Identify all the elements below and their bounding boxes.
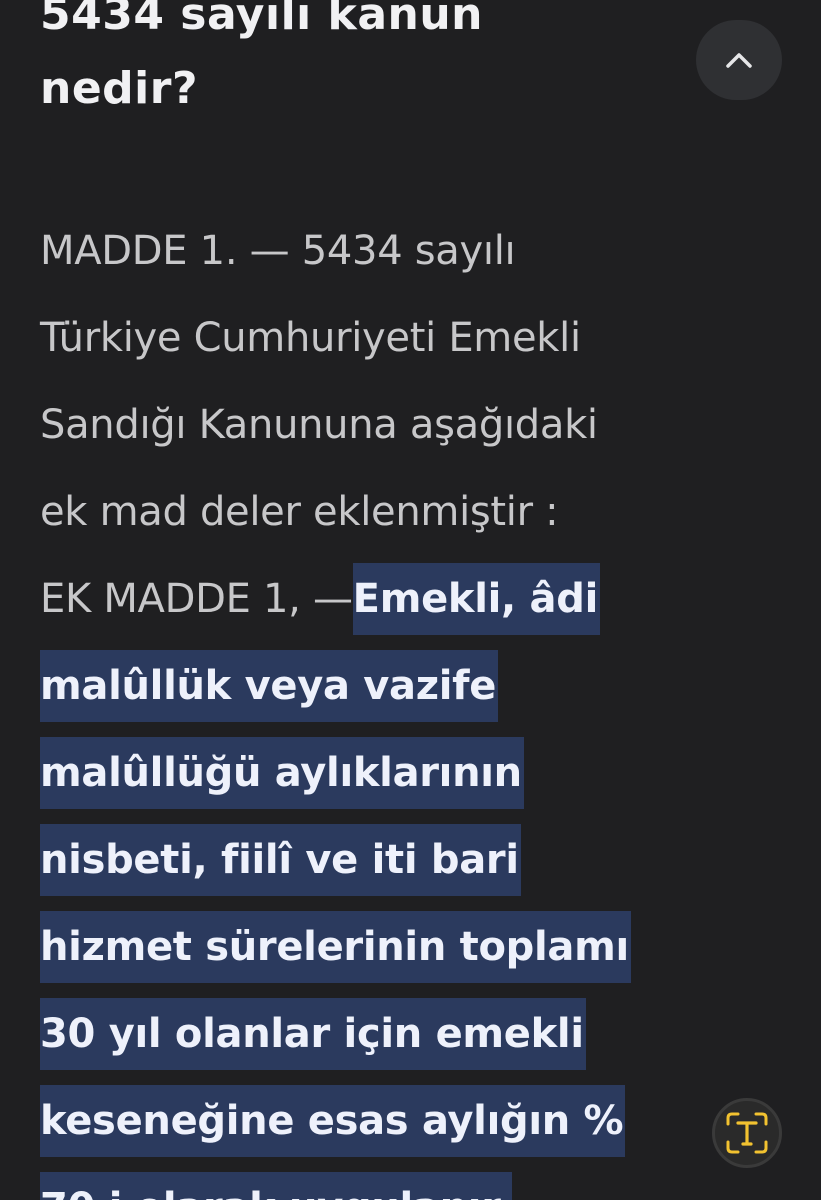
- answer-line: Türkiye Cumhuriyeti Emekli: [40, 315, 581, 361]
- question-heading: 5434 sayılı kanun nedir?: [40, 0, 680, 126]
- question-line-2: nedir?: [40, 63, 198, 114]
- text-lens-button[interactable]: [712, 1098, 782, 1168]
- text-lens-icon: [726, 1112, 768, 1154]
- highlighted-text[interactable]: hizmet sürelerinin toplamı: [40, 911, 631, 983]
- answer-highlight-line: 70 i olarak uygulanır.: [40, 1165, 800, 1200]
- collapse-button[interactable]: [696, 20, 782, 100]
- answer-highlight-line: 30 yıl olanlar için emekli: [40, 991, 800, 1078]
- answer-highlight-line: nisbeti, fiilî ve iti bari: [40, 817, 800, 904]
- answer-plain-fragment: EK MADDE 1, —: [40, 576, 353, 622]
- answer-mixed-line: EK MADDE 1, — Emekli, âdi: [40, 556, 800, 643]
- highlighted-text[interactable]: nisbeti, fiilî ve iti bari: [40, 824, 521, 896]
- chevron-up-icon: [726, 53, 752, 68]
- highlighted-text[interactable]: keseneğine esas aylığın %: [40, 1085, 626, 1157]
- highlighted-text[interactable]: Emekli, âdi: [352, 563, 600, 635]
- highlighted-text[interactable]: 70 i olarak uygulanır.: [40, 1172, 512, 1200]
- highlighted-text[interactable]: malûllük veya vazife: [40, 650, 499, 722]
- answer-highlight-line: hizmet sürelerinin toplamı: [40, 904, 800, 991]
- search-answer-page: 5434 sayılı kanun nedir? MADDE 1. — 5434…: [0, 0, 821, 1200]
- answer-line: ek mad deler eklenmiştir :: [40, 489, 559, 535]
- answer-highlight-line: keseneğine esas aylığın %: [40, 1078, 800, 1165]
- highlighted-text[interactable]: 30 yıl olanlar için emekli: [40, 998, 586, 1070]
- answer-text: MADDE 1. — 5434 sayılı Türkiye Cumhuriye…: [40, 208, 800, 1200]
- answer-line: MADDE 1. — 5434 sayılı: [40, 228, 516, 274]
- answer-highlight-line: malûllük veya vazife: [40, 643, 800, 730]
- answer-line: Sandığı Kanununa aşağıdaki: [40, 402, 598, 448]
- answer-highlight-line: malûllüğü aylıklarının: [40, 730, 800, 817]
- highlighted-text[interactable]: malûllüğü aylıklarının: [40, 737, 524, 809]
- question-line-1: 5434 sayılı kanun: [40, 0, 483, 40]
